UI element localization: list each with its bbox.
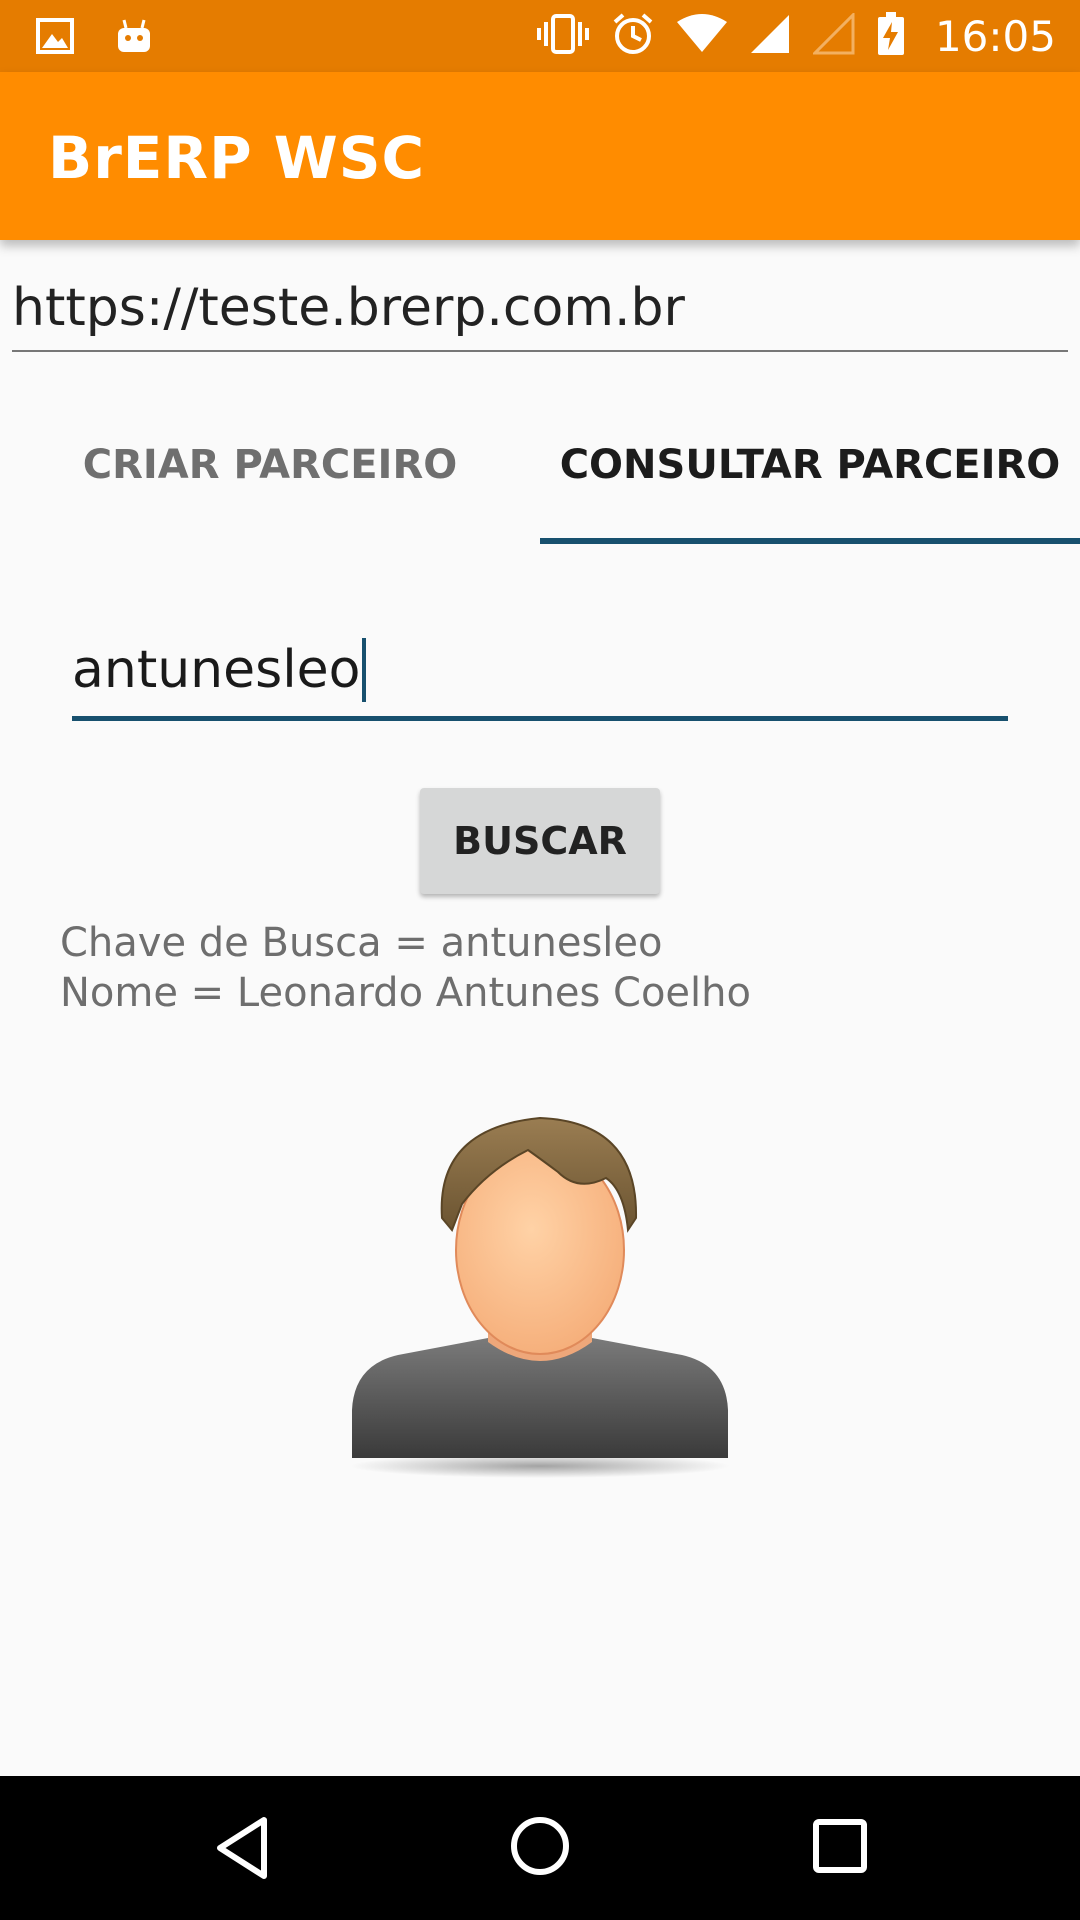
search-key-value: antunesleo — [72, 638, 367, 702]
result-name: Nome = Leonardo Antunes Coelho — [60, 970, 751, 1016]
tab-label: CRIAR PARCEIRO — [82, 442, 458, 488]
tab-consultar-parceiro[interactable]: CONSULTAR PARCEIRO — [540, 410, 1080, 544]
app-title: BrERP WSC — [48, 124, 426, 192]
no-signal-icon — [811, 11, 855, 59]
buscar-button[interactable]: BUSCAR — [420, 788, 660, 894]
tab-label: CONSULTAR PARCEIRO — [559, 442, 1061, 488]
search-result: Chave de Busca = antunesleo Nome = Leona… — [60, 918, 751, 1018]
vibrate-icon — [536, 14, 589, 58]
wifi-icon — [676, 14, 727, 58]
signal-icon — [749, 13, 791, 59]
user-avatar-icon — [338, 1080, 742, 1480]
result-search-key: Chave de Busca = antunesleo — [60, 920, 663, 966]
recents-icon[interactable] — [812, 1818, 868, 1878]
app-bar: BrERP WSC — [0, 72, 1080, 240]
android-icon — [116, 18, 152, 58]
home-icon[interactable] — [508, 1814, 572, 1882]
server-url-value: https://teste.brerp.com.br — [12, 278, 685, 338]
search-key-input[interactable]: antunesleo — [72, 630, 1008, 721]
tab-bar: CRIAR PARCEIRO CONSULTAR PARCEIRO — [0, 410, 1080, 544]
back-icon[interactable] — [214, 1816, 270, 1884]
status-time: 16:05 — [934, 11, 1056, 61]
alarm-icon — [611, 12, 655, 60]
status-bar: 16:05 — [0, 0, 1080, 72]
battery-charging-icon — [877, 12, 905, 60]
tab-indicator — [540, 538, 1080, 544]
navigation-bar — [0, 1776, 1080, 1920]
gallery-icon — [36, 18, 74, 58]
server-url-input[interactable]: https://teste.brerp.com.br — [12, 272, 1068, 352]
tab-criar-parceiro[interactable]: CRIAR PARCEIRO — [0, 410, 540, 544]
